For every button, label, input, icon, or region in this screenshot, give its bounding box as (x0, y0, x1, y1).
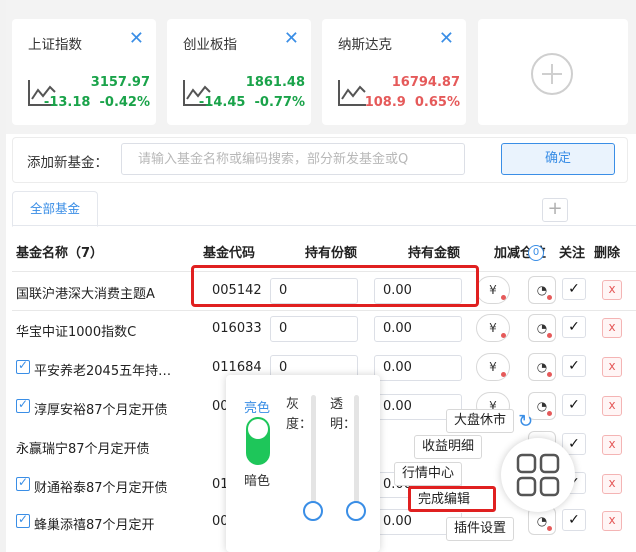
transparency-label: 透明： (330, 397, 357, 432)
grayscale-slider-handle[interactable] (303, 501, 323, 521)
delete-button[interactable]: x (602, 318, 622, 338)
fund-name[interactable]: 国联沪港深大消费主题A (16, 283, 155, 302)
grayscale-slider-track[interactable] (311, 395, 316, 513)
delete-button[interactable]: x (602, 474, 622, 494)
index-change: -14.45 -0.77% (198, 95, 305, 110)
follow-checkbox[interactable]: ✓ (562, 394, 586, 416)
index-change: 108.9 0.65% (364, 95, 460, 110)
header-follow: 关注 (559, 246, 586, 261)
index-change: -13.18 -0.42% (43, 95, 150, 110)
delete-button[interactable]: x (602, 396, 622, 416)
highlight-box-finish-edit (408, 486, 496, 512)
fund-name[interactable]: 永赢瑞宁87个月定开债 (16, 438, 150, 457)
clock-icon[interactable]: ◔ (528, 314, 556, 342)
yen-adjust-icon[interactable]: ¥ (476, 276, 510, 304)
add-tab-button[interactable]: + (542, 198, 568, 222)
follow-checkbox[interactable]: ✓ (562, 316, 586, 338)
card-title: 上证指数 (28, 37, 82, 53)
header-fund-name: 基金名称（7） (16, 246, 104, 261)
grid-icon (516, 453, 560, 497)
amount-input[interactable]: 0.00 (374, 355, 462, 381)
row-checkbox[interactable] (16, 358, 30, 374)
transparency-slider-handle[interactable] (346, 501, 366, 521)
transparency-slider-track[interactable] (354, 395, 359, 513)
yen-adjust-icon[interactable]: ¥ (476, 314, 510, 342)
header-fund-code: 基金代码 (203, 246, 256, 261)
apps-menu-button[interactable] (501, 438, 575, 512)
fund-name[interactable]: 财通裕泰87个月定开债 (34, 477, 168, 496)
follow-checkbox[interactable]: ✓ (562, 509, 586, 531)
plugin-settings-button[interactable]: 插件设置 (446, 517, 515, 541)
fund-name[interactable]: 平安养老2045五年持… (34, 360, 171, 379)
fund-name[interactable]: 华宝中证1000指数C (16, 321, 136, 340)
theme-toggle[interactable] (246, 417, 270, 465)
delete-button[interactable]: x (602, 511, 622, 531)
confirm-button[interactable]: 确定 (501, 143, 615, 175)
row-checkbox[interactable] (16, 512, 30, 528)
amount-input[interactable]: 0.00 (374, 316, 462, 342)
header-shares: 持有份额 (305, 246, 358, 261)
delete-button[interactable]: x (602, 280, 622, 300)
index-price: 1861.48 (245, 75, 305, 90)
row-checkbox[interactable] (16, 397, 30, 413)
add-fund-label: 添加新基金： (27, 155, 108, 171)
close-icon[interactable]: ✕ (129, 28, 144, 49)
tab-divider (12, 225, 636, 226)
fund-name[interactable]: 蜂巢添禧87个月定开 (34, 514, 155, 533)
card-title: 创业板指 (183, 37, 237, 53)
delete-button[interactable]: x (602, 357, 622, 377)
header-amount: 持有金额 (408, 246, 461, 261)
refresh-icon[interactable]: ↻ (518, 411, 533, 432)
delete-button[interactable]: x (602, 435, 622, 455)
index-card-chinext[interactable]: 创业板指 ✕ 1861.48 -14.45 -0.77% (167, 19, 311, 125)
tab-all-funds[interactable]: 全部基金 (12, 191, 98, 227)
table-row: 华宝中证1000指数C 016033 0 0.00 ¥ ◔ ✓ x (12, 310, 636, 348)
yen-adjust-icon[interactable]: ¥ (476, 353, 510, 381)
index-card-shanghai[interactable]: 上证指数 ✕ 3157.97 -13.18 -0.42% (12, 19, 156, 125)
market-center-button[interactable]: 行情中心 (394, 462, 463, 486)
grayscale-label: 灰度： (286, 397, 313, 432)
plus-circle-icon[interactable] (531, 53, 573, 95)
follow-checkbox[interactable]: ✓ (562, 355, 586, 377)
market-rest-button[interactable]: 大盘休市 (446, 409, 515, 433)
fund-code: 016033 (212, 321, 262, 336)
income-detail-button[interactable]: 收益明细 (414, 435, 483, 459)
theme-panel: 亮色 暗色 灰度： 透明： (226, 375, 380, 552)
clock-icon[interactable]: ◔ (528, 276, 556, 304)
highlight-box-first-row (191, 265, 479, 307)
fund-search-input[interactable] (121, 143, 465, 175)
count-badge: 0 (528, 245, 544, 261)
index-card-nasdaq[interactable]: 纳斯达克 ✕ 16794.87 108.9 0.65% (322, 19, 466, 125)
close-icon[interactable]: ✕ (284, 28, 299, 49)
fund-code: 011684 (212, 360, 262, 375)
dark-theme-label[interactable]: 暗色 (244, 470, 270, 489)
shares-input[interactable]: 0 (270, 316, 358, 342)
fund-name[interactable]: 淳厚安裕87个月定开债 (34, 399, 168, 418)
add-fund-row: 添加新基金： 确定 (12, 137, 628, 183)
follow-checkbox[interactable]: ✓ (562, 278, 586, 300)
row-checkbox[interactable] (16, 475, 30, 491)
clock-icon[interactable]: ◔ (528, 353, 556, 381)
line-chart-icon (338, 80, 366, 106)
card-title: 纳斯达克 (338, 37, 392, 53)
index-price: 3157.97 (90, 75, 150, 90)
add-index-card[interactable] (478, 19, 628, 125)
close-icon[interactable]: ✕ (439, 28, 454, 49)
header-delete: 删除 (594, 246, 621, 261)
light-theme-label[interactable]: 亮色 (244, 397, 270, 416)
index-price: 16794.87 (391, 75, 460, 90)
toggle-knob (248, 419, 268, 439)
